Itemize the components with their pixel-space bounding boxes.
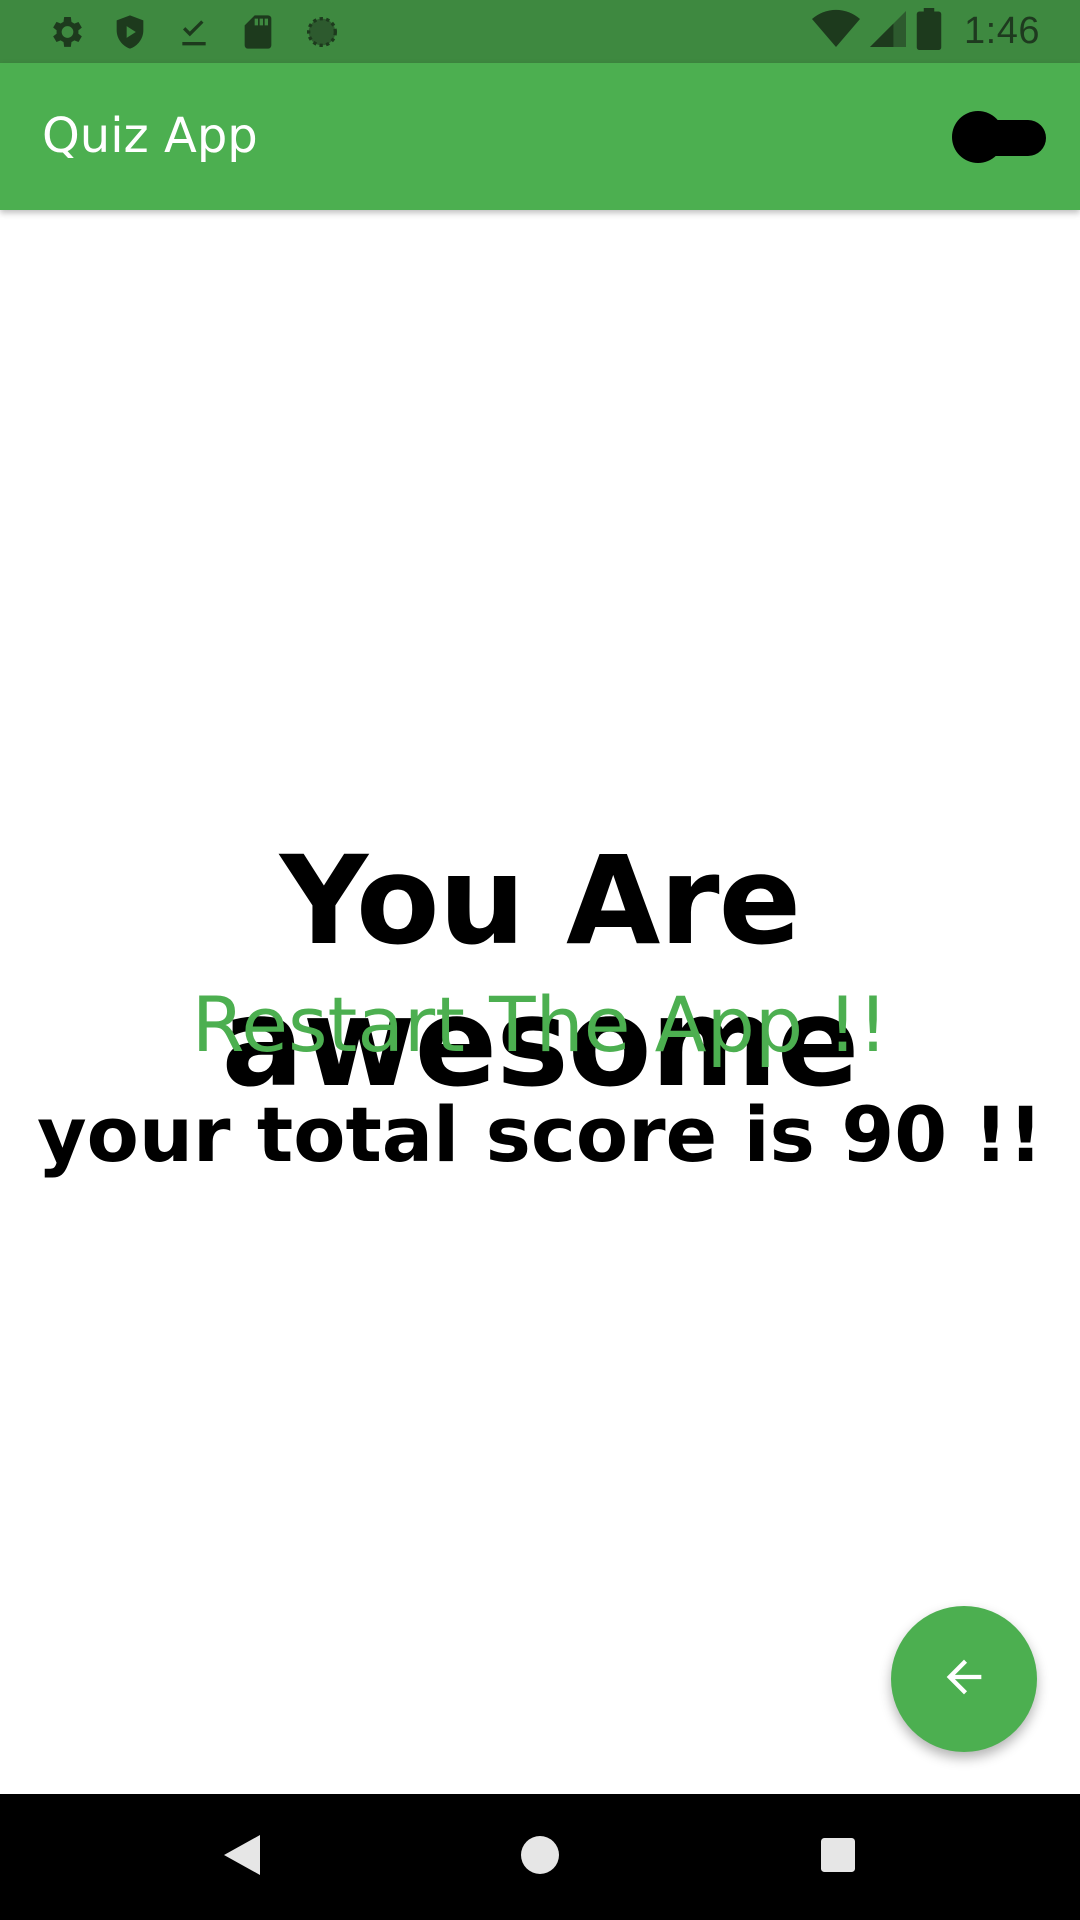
result-headline: You Are awesome [221,830,859,1114]
app-title: Quiz App [42,108,258,164]
nav-back-button[interactable] [182,1794,302,1920]
nav-recents-button[interactable] [778,1794,898,1920]
status-notification-icons [46,0,342,63]
signal-icon [870,9,907,54]
loading-circle-icon [302,12,342,52]
theme-toggle-switch[interactable] [952,111,1046,163]
status-system-icons: 1:46 [812,0,1040,63]
wifi-icon [812,9,861,54]
back-icon [224,1834,260,1880]
play-protect-icon [110,12,150,52]
score-text: your total score is 90 !! [37,1090,1043,1179]
recents-icon [821,1837,855,1877]
nav-home-button[interactable] [480,1794,600,1920]
status-clock: 1:46 [964,10,1040,52]
settings-icon [46,12,86,52]
arrow-back-icon [938,1651,990,1708]
app-bar: Quiz App [0,63,1080,210]
toggle-thumb [952,111,1004,163]
home-icon [521,1835,559,1879]
system-nav-bar [0,1794,1080,1920]
back-fab[interactable] [891,1606,1037,1752]
sd-card-icon [238,12,278,52]
result-screen: You Are awesome Restart The App !! your … [0,210,1080,1794]
restart-button[interactable]: Restart The App !! [0,980,1080,1069]
download-done-icon [174,12,214,52]
status-bar: 1:46 [0,0,1080,63]
battery-icon [916,8,942,55]
